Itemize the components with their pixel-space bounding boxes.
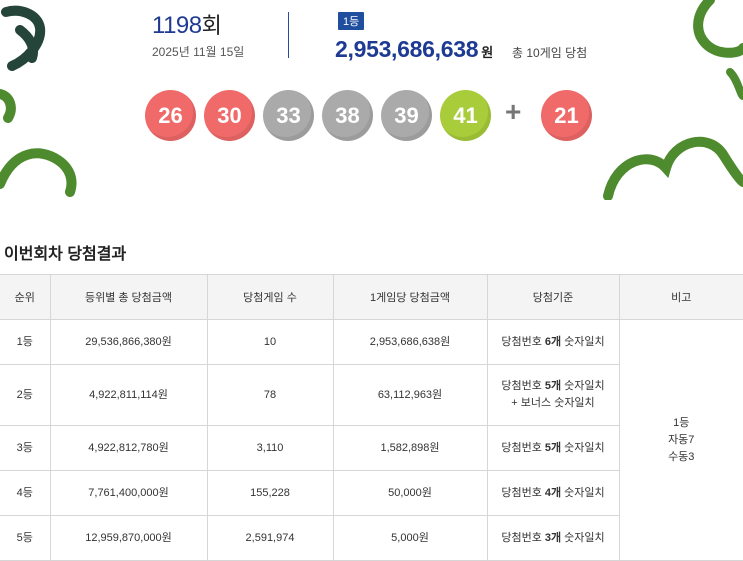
cell-criteria: 당첨번호 5개 숫자일치 <box>486 425 619 471</box>
cell-total-prize: 7,761,400,000원 <box>49 470 208 516</box>
winning-ball: 41 <box>440 90 491 141</box>
prize-amount-value: 2,953,686,638 <box>335 36 479 62</box>
section-title: 이번회차 당첨결과 <box>4 246 127 263</box>
criteria-count: 5개 <box>544 441 562 454</box>
prize-unit: 원 <box>481 45 493 60</box>
winning-ball: 38 <box>322 90 373 141</box>
criteria-text: 숫자일치 <box>561 380 605 392</box>
criteria-count: 5개 <box>544 380 562 392</box>
cell-criteria: 당첨번호 4개 숫자일치 <box>486 470 619 516</box>
cell-per-game-prize: 50,000원 <box>332 470 488 516</box>
criteria-text: 숫자일치 <box>561 441 605 454</box>
criteria-text: 당첨번호 <box>501 486 545 499</box>
note-line: 1등 <box>673 416 690 429</box>
header-rank: 순위 <box>0 274 51 320</box>
cell-note: 1등 자동7 수동3 <box>618 319 743 561</box>
cell-total-prize: 4,922,811,114원 <box>49 364 208 426</box>
cell-winning-games: 3,110 <box>206 425 334 471</box>
round-suffix: 회 <box>201 13 222 38</box>
table-row: 1등 29,536,866,380원 10 2,953,686,638원 당첨번… <box>0 319 743 561</box>
criteria-text: 당첨번호 <box>501 531 545 544</box>
cell-rank: 5등 <box>0 515 51 561</box>
draw-round: 1198회 <box>152 8 222 40</box>
header-winning-games: 당첨게임 수 <box>206 274 334 320</box>
table-header-row: 순위 등위별 총 당첨금액 당첨게임 수 1게임당 당첨금액 당첨기준 비고 <box>0 274 743 320</box>
draw-date: 2025년 11월 15일 <box>152 45 245 59</box>
winners-count: 총 10게임 당첨 <box>512 46 588 60</box>
criteria-text: 숫자일치 <box>561 531 605 544</box>
note-line: 자동7 <box>668 433 695 446</box>
results-table: 순위 등위별 총 당첨금액 당첨게임 수 1게임당 당첨금액 당첨기준 비고 1… <box>0 274 743 561</box>
winning-ball: 26 <box>145 90 196 141</box>
cell-rank: 1등 <box>0 319 51 365</box>
cell-winning-games: 155,228 <box>206 470 334 516</box>
header-total-prize: 등위별 총 당첨금액 <box>49 274 208 320</box>
cell-criteria: 당첨번호 5개 숫자일치 + 보너스 숫자일치 <box>486 364 619 426</box>
header-divider <box>288 12 289 58</box>
first-prize-badge: 1등 <box>338 12 365 30</box>
criteria-count: 3개 <box>544 531 562 544</box>
note-line: 수동3 <box>668 450 695 463</box>
first-prize-amount: 2,953,686,638 원 <box>335 36 493 63</box>
draw-header: 1198회 2025년 11월 15일 1등 2,953,686,638 원 총 … <box>0 0 743 200</box>
winning-ball: 39 <box>381 90 432 141</box>
winning-ball: 33 <box>263 90 314 141</box>
cell-per-game-prize: 1,582,898원 <box>332 425 488 471</box>
bonus-ball: 21 <box>541 90 592 141</box>
cell-winning-games: 2,591,974 <box>206 515 334 561</box>
criteria-text: 당첨번호 <box>501 380 545 392</box>
cell-winning-games: 78 <box>206 364 334 426</box>
criteria-text: 숫자일치 <box>561 335 605 348</box>
criteria-text: 숫자일치 <box>561 486 605 499</box>
header-note: 비고 <box>618 274 743 320</box>
criteria-bonus: + 보너스 숫자일치 <box>511 397 595 409</box>
winning-ball: 30 <box>204 90 255 141</box>
round-number: 1198 <box>152 12 202 39</box>
cell-total-prize: 12,959,870,000원 <box>49 515 208 561</box>
cell-criteria: 당첨번호 6개 숫자일치 <box>486 319 620 365</box>
cell-rank: 4등 <box>0 470 51 516</box>
cell-total-prize: 29,536,866,380원 <box>49 319 208 365</box>
criteria-count: 4개 <box>544 486 562 499</box>
plus-icon: + <box>505 96 522 127</box>
cell-winning-games: 10 <box>206 319 334 365</box>
cell-total-prize: 4,922,812,780원 <box>49 425 208 471</box>
criteria-text: 당첨번호 <box>501 441 545 454</box>
cell-per-game-prize: 5,000원 <box>332 515 488 561</box>
cell-per-game-prize: 2,953,686,638원 <box>332 319 488 365</box>
criteria-text: 당첨번호 <box>501 335 545 348</box>
header-per-game-prize: 1게임당 당첨금액 <box>332 274 488 320</box>
criteria-count: 6개 <box>544 335 562 348</box>
cell-rank: 2등 <box>0 364 51 426</box>
cell-criteria: 당첨번호 3개 숫자일치 <box>486 515 619 561</box>
cell-rank: 3등 <box>0 425 51 471</box>
cell-per-game-prize: 63,112,963원 <box>332 364 488 426</box>
header-criteria: 당첨기준 <box>486 274 620 320</box>
